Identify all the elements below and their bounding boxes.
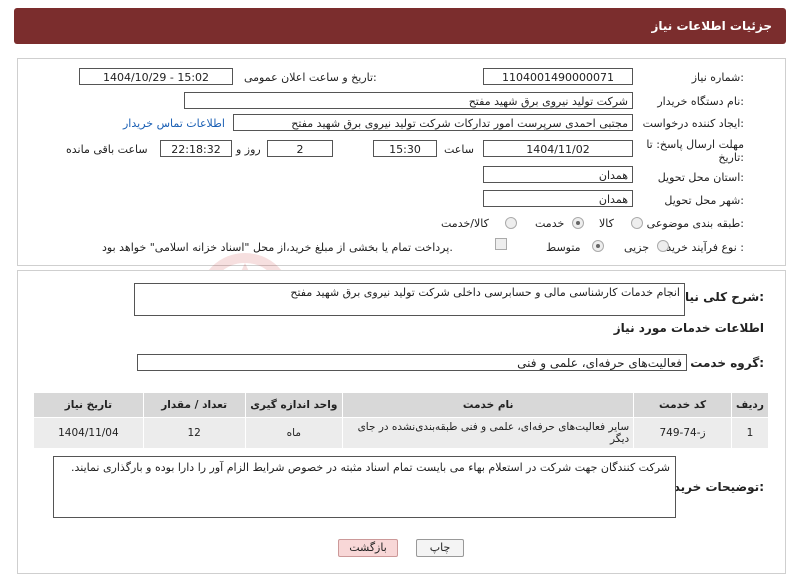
category-service-radio[interactable] — [572, 217, 584, 229]
service-group-label: گروه خدمت: — [690, 356, 764, 370]
category-option-goods-label: کالا — [599, 217, 614, 230]
announce-field: 1404/10/29 - 15:02 — [79, 68, 233, 85]
back-button[interactable]: بازگشت — [338, 539, 398, 557]
buyer-notes-label: توضیحات خریدار: — [662, 480, 764, 494]
treasury-note: پرداخت تمام یا بخشی از مبلغ خرید،از محل … — [102, 241, 453, 254]
services-table: ردیف کد خدمت نام خدمت واحد اندازه گیری ت… — [33, 392, 770, 449]
province-label: استان محل تحویل: — [657, 171, 744, 184]
description-textarea[interactable]: انجام خدمات کارشناسی مالی و حسابرسی داخل… — [134, 283, 685, 316]
category-label: طبقه بندی موضوعی: — [646, 217, 744, 230]
cell-qty: 12 — [142, 417, 246, 449]
process-label: نوع فرآیند خرید : — [666, 241, 744, 254]
table-header-row: ردیف کد خدمت نام خدمت واحد اندازه گیری ت… — [33, 392, 770, 418]
category-option-both-label: کالا/خدمت — [441, 217, 489, 230]
deadline-days-field: 2 — [267, 140, 333, 157]
cell-date: 1404/11/04 — [33, 417, 144, 449]
remaining-label: ساعت باقی مانده — [66, 143, 148, 156]
city-field: همدان — [483, 190, 633, 207]
category-goods-radio[interactable] — [631, 217, 643, 229]
process-minor-radio[interactable] — [657, 240, 669, 252]
deadline-label: مهلت ارسال پاسخ: تا تاریخ: — [646, 138, 744, 164]
creator-label: ایجاد کننده درخواست: — [642, 117, 744, 130]
print-button[interactable]: چاپ — [416, 539, 464, 557]
col-name-header: نام خدمت — [342, 392, 635, 418]
service-group-field: فعالیت‌های حرفه‌ای، علمی و فنی — [137, 354, 687, 371]
services-section-title: اطلاعات خدمات مورد نیاز — [613, 321, 764, 335]
buyer-label: نام دستگاه خریدار: — [657, 95, 744, 108]
cell-unit: ماه — [244, 417, 344, 449]
deadline-time-field: 15:30 — [373, 140, 437, 157]
buyer-contact-link[interactable]: اطلاعات تماس خریدار — [123, 117, 225, 130]
col-unit-header: واحد اندازه گیری — [244, 392, 344, 418]
need-number-field: 1104001490000071 — [483, 68, 633, 85]
process-option-medium-label: متوسط — [546, 241, 581, 254]
deadline-days-label: روز و — [236, 143, 261, 156]
col-date-header: تاریخ نیاز — [33, 392, 144, 418]
cell-name: سایر فعالیت‌های حرفه‌ای، علمی و فنی طبقه… — [342, 417, 635, 449]
deadline-time-label: ساعت — [444, 143, 474, 156]
city-label: شهر محل تحویل: — [664, 194, 744, 207]
deadline-date-field: 1404/11/02 — [483, 140, 633, 157]
category-both-radio[interactable] — [505, 217, 517, 229]
treasury-checkbox[interactable] — [495, 238, 507, 250]
col-qty-header: تعداد / مقدار — [142, 392, 246, 418]
process-option-minor-label: جزیی — [624, 241, 650, 254]
remaining-time-field: 22:18:32 — [160, 140, 232, 157]
cell-row: 1 — [730, 417, 770, 449]
creator-field: مجتبی احمدی سرپرست امور تدارکات شرکت تول… — [233, 114, 633, 131]
table-row: 1 ز-74-749 سایر فعالیت‌های حرفه‌ای، علمی… — [33, 417, 770, 449]
col-row-header: ردیف — [730, 392, 770, 418]
col-code-header: کد خدمت — [633, 392, 732, 418]
buyer-notes-textarea[interactable]: شرکت کنندگان جهت شرکت در استعلام بهاء می… — [53, 456, 676, 518]
page-title: جزئیات اطلاعات نیاز — [651, 19, 772, 33]
description-label: شرح کلی نیاز: — [678, 290, 764, 304]
announce-label: تاریخ و ساعت اعلان عمومی: — [244, 71, 377, 84]
cell-code: ز-74-749 — [633, 417, 732, 449]
process-medium-radio[interactable] — [592, 240, 604, 252]
province-field: همدان — [483, 166, 633, 183]
category-option-service-label: خدمت — [535, 217, 565, 230]
need-number-label: شماره نیاز: — [691, 71, 744, 84]
buyer-field: شرکت تولید نیروی برق شهید مفتح — [184, 92, 633, 109]
page-header: جزئیات اطلاعات نیاز — [14, 8, 786, 44]
